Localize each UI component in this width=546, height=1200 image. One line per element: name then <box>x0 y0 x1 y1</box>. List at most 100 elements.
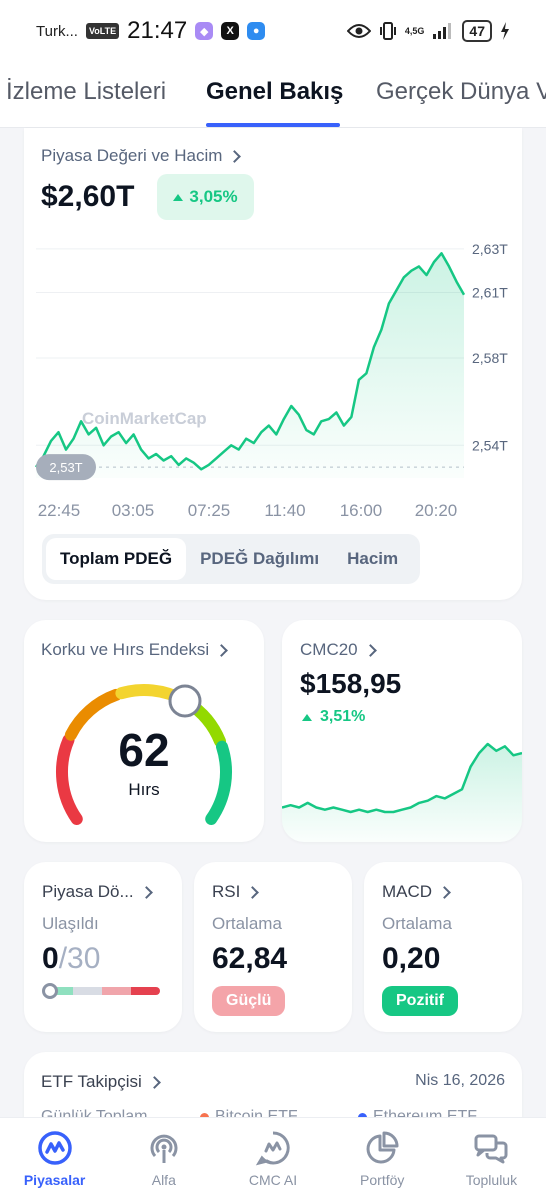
signal-icon <box>433 23 452 39</box>
app-notification-icon: ◆ <box>195 22 214 40</box>
market-cycle-title[interactable]: Piyasa Dö... <box>42 882 153 902</box>
market-cycle-marker <box>42 983 58 999</box>
market-cycle-total: /30 <box>58 942 101 975</box>
coinmarketcap-watermark: CoinMarketCap <box>82 409 207 428</box>
macd-card[interactable]: MACD Ortalama 0,20 Pozitif <box>364 862 522 1032</box>
market-cap-value: $2,60T <box>41 180 135 213</box>
market-cap-chart[interactable]: 2,63T 2,61T 2,58T 2,54T CoinMarketCap 2,53T 22… <box>24 238 522 528</box>
rsi-status-badge: Güçlü <box>212 986 286 1016</box>
market-cap-title-text: Piyasa Değeri ve Hacim <box>41 146 223 165</box>
chevron-right-icon <box>438 885 451 899</box>
y-tick-label: 2,54T <box>472 437 508 453</box>
market-cap-change-badge: 3,05% <box>157 174 254 220</box>
market-cap-change-text: 3,05% <box>189 187 238 206</box>
x-tick-label: 07:25 <box>188 501 231 520</box>
market-cycle-value: 0/30 <box>42 942 100 976</box>
messenger-icon: ● <box>247 22 266 40</box>
x-tick-label: 11:40 <box>264 501 305 520</box>
macd-title[interactable]: MACD <box>382 882 451 902</box>
segment-total-market-cap[interactable]: Toplam PDEĞ <box>46 538 187 580</box>
x-tick-label: 20:20 <box>415 501 458 520</box>
chart-segment-control: Toplam PDEĞ PDEĞ Dağılımı Hacim <box>42 534 420 584</box>
volte-icon: VoLTE <box>85 23 120 39</box>
cmc20-title[interactable]: CMC20 <box>300 640 377 660</box>
market-cycle-count: 0 <box>42 942 59 975</box>
x-tick-label: 22:45 <box>38 501 81 520</box>
segment-market-cap-distribution[interactable]: PDEĞ Dağılımı <box>186 538 333 580</box>
nav-community[interactable]: Topluluk <box>437 1118 546 1200</box>
rsi-title-text: RSI <box>212 882 241 901</box>
macd-status-badge: Pozitif <box>382 986 458 1016</box>
cmc20-title-text: CMC20 <box>300 640 358 659</box>
nav-alpha-label: Alfa <box>151 1172 176 1188</box>
battery-icon: 47 <box>462 20 492 42</box>
tab-watchlists[interactable]: İzleme Listeleri <box>6 78 166 106</box>
fear-greed-title-text: Korku ve Hırs Endeksi <box>41 640 210 659</box>
network-type: 4,5G <box>404 25 425 36</box>
x-tick-label: 16:00 <box>340 501 383 520</box>
fear-greed-title[interactable]: Korku ve Hırs Endeksi <box>41 640 229 660</box>
y-tick-label: 2,58T <box>472 350 508 366</box>
x-tick-label: 03:05 <box>112 501 155 520</box>
charging-icon <box>501 22 509 40</box>
y-tick-label: 2,63T <box>472 241 508 257</box>
clock: 21:47 <box>127 17 188 44</box>
nav-community-label: Topluluk <box>465 1172 518 1188</box>
market-cap-title[interactable]: Piyasa Değeri ve Hacim <box>41 146 242 166</box>
y-tick-label: 2,61T <box>472 285 508 301</box>
arrow-up-icon <box>173 193 184 201</box>
etf-title[interactable]: ETF Takipçisi <box>41 1072 161 1092</box>
cmc20-area <box>282 744 522 842</box>
etf-title-text: ETF Takipçisi <box>41 1072 142 1091</box>
etf-date: Nis 16, 2026 <box>415 1072 505 1089</box>
tab-real-world[interactable]: Gerçek Dünya V <box>376 78 546 106</box>
market-cycle-title-text: Piyasa Dö... <box>42 882 134 901</box>
eye-icon <box>346 24 371 38</box>
macd-value: 0,20 <box>382 942 441 975</box>
app-screen: Turk... VoLTE 21:47 ◆ X ● 4,5G 47 İzleme… <box>0 0 546 1200</box>
nav-markets[interactable]: Piyasalar <box>0 1118 109 1200</box>
market-cycle-label: Ulaşıldı <box>42 914 99 933</box>
fear-greed-label: Hırs <box>128 780 160 799</box>
cmc20-sparkline <box>282 742 522 842</box>
nav-alpha[interactable]: Alfa <box>109 1118 218 1200</box>
carrier-label: Turk... <box>36 22 78 40</box>
status-bar: Turk... VoLTE 21:47 ◆ X ● 4,5G 47 <box>0 0 546 62</box>
community-icon <box>474 1134 508 1164</box>
macd-label: Ortalama <box>382 914 452 933</box>
nav-portfolio-label: Portföy <box>360 1172 405 1188</box>
market-cap-card[interactable]: Piyasa Değeri ve Hacim $2,60T 3,05% 2,63… <box>24 128 522 600</box>
rsi-title[interactable]: RSI <box>212 882 260 902</box>
fear-greed-card[interactable]: Korku ve Hırs Endeksi 62 Hırs <box>24 620 264 842</box>
chevron-right-icon <box>215 643 229 657</box>
chevron-right-icon <box>246 885 260 899</box>
portfolio-icon <box>366 1131 399 1164</box>
cmc-ai-icon <box>255 1131 290 1166</box>
active-tab-indicator <box>206 123 340 127</box>
bottom-navigation: Piyasalar Alfa CMC AI Portföy Topluluk <box>0 1117 546 1200</box>
nav-cmc-ai-label: CMC AI <box>248 1172 298 1188</box>
nav-cmc-ai[interactable]: CMC AI <box>218 1118 327 1200</box>
gauge-indicator <box>168 684 202 718</box>
segment-volume[interactable]: Hacim <box>333 538 412 580</box>
chevron-right-icon <box>228 149 242 163</box>
tab-overview[interactable]: Genel Bakış <box>206 78 343 106</box>
nav-portfolio[interactable]: Portföy <box>328 1118 437 1200</box>
arrow-up-icon <box>302 713 312 721</box>
market-cycle-bar <box>44 987 160 995</box>
baseline-badge-label: 2,53T <box>49 460 82 475</box>
nav-markets-label: Piyasalar <box>23 1172 86 1188</box>
cmc20-card[interactable]: CMC20 $158,95 3,51% <box>282 620 522 842</box>
chart-area <box>36 253 464 478</box>
macd-title-text: MACD <box>382 882 433 901</box>
alpha-icon <box>150 1134 178 1163</box>
vibrate-icon <box>379 22 396 40</box>
chevron-right-icon <box>147 1075 161 1089</box>
market-cycle-card[interactable]: Piyasa Dö... Ulaşıldı 0/30 <box>24 862 182 1032</box>
fear-greed-value: 62 <box>118 724 170 776</box>
rsi-card[interactable]: RSI Ortalama 62,84 Güçlü <box>194 862 352 1032</box>
cmc20-value: $158,95 <box>300 668 402 699</box>
rsi-label: Ortalama <box>212 914 282 933</box>
x-app-icon: X <box>221 22 240 40</box>
chevron-right-icon <box>139 885 153 899</box>
